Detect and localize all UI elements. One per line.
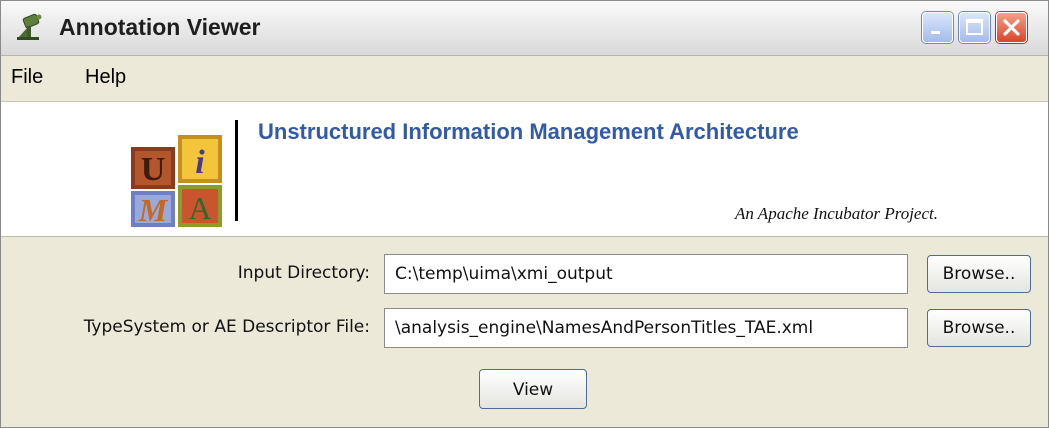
input-directory-label: Input Directory: [237,263,370,283]
close-button[interactable] [996,12,1027,43]
maximize-button[interactable] [959,12,990,43]
window-title: Annotation Viewer [59,14,261,40]
menu-bar: File Help [1,56,1048,102]
svg-text:U: U [141,151,166,188]
browse-descriptor-file-button[interactable]: Browse.. [927,309,1031,347]
svg-text:i: i [195,144,205,181]
browse-input-directory-button[interactable]: Browse.. [927,255,1031,293]
uima-logo: U i M A [131,135,222,228]
input-directory-field[interactable]: C:\temp\uima\xmi_output [384,254,908,294]
title-bar[interactable]: Annotation Viewer [1,1,1048,56]
descriptor-file-label: TypeSystem or AE Descriptor File: [83,317,370,337]
close-icon [1003,19,1020,36]
svg-text:A: A [188,190,211,226]
banner-title: Unstructured Information Management Arch… [258,119,799,144]
maximize-icon [966,19,983,35]
uima-app-icon [15,12,47,42]
annotation-viewer-window: Annotation Viewer File Help U i M A Unst… [0,0,1049,428]
logo-divider [235,120,238,221]
svg-text:M: M [138,192,169,228]
minimize-icon [931,31,940,34]
descriptor-file-field[interactable]: \analysis_engine\NamesAndPersonTitles_TA… [384,308,908,348]
menu-file[interactable]: File [11,66,43,89]
menu-help[interactable]: Help [85,66,126,89]
minimize-button[interactable] [922,12,953,43]
view-button[interactable]: View [479,369,587,409]
banner-subtitle: An Apache Incubator Project. [734,204,938,223]
